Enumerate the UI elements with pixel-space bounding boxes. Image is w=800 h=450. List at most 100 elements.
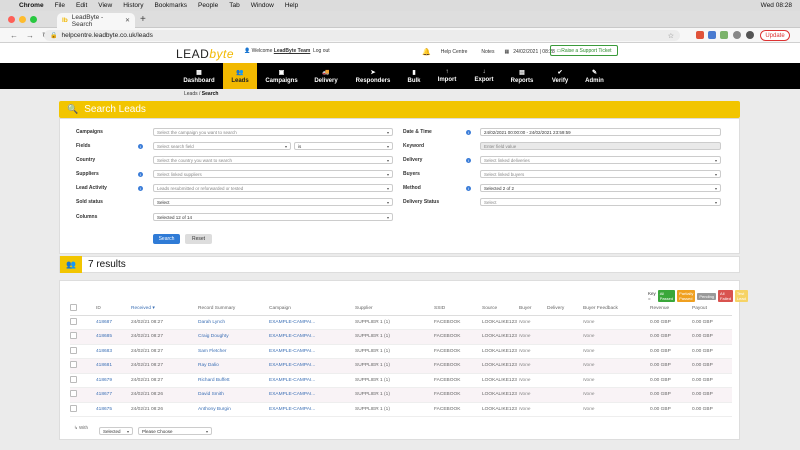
nav-delivery[interactable]: 🚚 Delivery [306, 63, 346, 89]
select-country[interactable]: Select the country you want to search ▾ [153, 156, 393, 164]
new-tab-icon[interactable]: + [140, 14, 146, 25]
logo[interactable]: LEADbyte [176, 47, 234, 61]
app-name[interactable]: Chrome [19, 2, 44, 9]
row-checkbox[interactable] [70, 332, 77, 340]
info-icon[interactable]: i [138, 185, 143, 191]
nav-admin[interactable]: ✎ Admin [577, 63, 612, 89]
os-menu-file[interactable]: File [55, 2, 65, 9]
notes-link[interactable]: Notes [481, 49, 494, 55]
cell-record-summary[interactable]: Craig Doughty [198, 329, 269, 345]
table-row[interactable]: 418681 24/02/21 08:27 Ray Dalio EXAMPLE-CAM… [70, 358, 732, 374]
cell-record-summary[interactable]: Darah Lynch [198, 315, 269, 330]
row-checkbox[interactable] [70, 346, 77, 354]
table-row[interactable]: 418683 24/02/21 08:27 Sam Fletcher EXAMPLE-… [70, 344, 732, 359]
reset-button[interactable]: Reset [185, 234, 212, 244]
table-row[interactable]: 418679 24/02/21 08:27 Richard Buffett EXAMP… [70, 373, 732, 388]
info-icon[interactable]: i [138, 143, 143, 149]
os-menu-bookmarks[interactable]: Bookmarks [154, 2, 187, 9]
cell-record-summary[interactable]: Ray Dalio [198, 358, 269, 374]
cell-id[interactable]: 418681 [96, 358, 131, 374]
cell-id[interactable]: 418679 [96, 373, 131, 388]
logout-link[interactable]: Log out [313, 48, 330, 54]
select-sold-status[interactable]: Select ▾ [153, 198, 393, 206]
os-menu-help[interactable]: Help [285, 2, 298, 9]
cell-campaign[interactable]: EXAMPLE-CAMPAI... [269, 344, 355, 359]
bulk-select-dropdown[interactable]: Selected ▾ [99, 427, 133, 435]
breadcrumb-parent[interactable]: Leads [184, 91, 198, 97]
row-checkbox[interactable] [70, 390, 77, 398]
nav-responders[interactable]: ➤ Responders [347, 63, 399, 89]
raise-ticket-button[interactable]: ▭ Raise a Support Ticket [550, 45, 618, 56]
cell-record-summary[interactable]: Sam Fletcher [198, 344, 269, 359]
select-method[interactable]: Selected 2 of 2 ▾ [480, 184, 721, 192]
info-icon[interactable]: i [138, 171, 143, 177]
cell-id[interactable]: 418687 [96, 315, 131, 330]
extension-icon[interactable] [696, 31, 704, 39]
help-centre-link[interactable]: Help Centre [441, 49, 468, 55]
url-bar[interactable]: 🔒 helpcentre.leadbyte.co.uk/leads ☆ [44, 30, 680, 41]
bulk-action-dropdown[interactable]: Please Choose ▾ [138, 427, 212, 435]
table-row[interactable]: 418685 24/02/21 08:27 Craig Doughty EXAMPLE… [70, 329, 732, 345]
browser-tab[interactable]: lb LeadByte - Search ✕ [57, 13, 135, 28]
search-button[interactable]: Search [153, 234, 180, 244]
select-campaigns[interactable]: Select the campaign you want to search ▾ [153, 128, 393, 136]
cell-record-summary[interactable]: David Smith [198, 387, 269, 403]
select-delivery[interactable]: Select linked deliveries ▾ [480, 156, 721, 164]
forward-icon[interactable]: → [26, 31, 34, 40]
select-buyers[interactable]: Select linked buyers ▾ [480, 170, 721, 178]
profile-avatar-icon[interactable] [733, 31, 741, 39]
info-icon[interactable]: i [466, 129, 471, 135]
table-row[interactable]: 418677 24/02/21 08:26 David Smith EXAMPLE-C… [70, 387, 732, 403]
cell-id[interactable]: 418675 [96, 402, 131, 417]
select-suppliers[interactable]: Select linked suppliers ▾ [153, 170, 393, 178]
row-checkbox[interactable] [70, 317, 77, 325]
info-icon[interactable]: i [466, 185, 471, 191]
input-date-time[interactable]: 24/02/2021 00:00:00 - 24/02/2021 23:59:5… [480, 128, 721, 136]
cell-campaign[interactable]: EXAMPLE-CAMPAI... [269, 329, 355, 345]
nav-reports[interactable]: ▤ Reports [501, 63, 543, 89]
select-delivery-status[interactable]: Select ▾ [480, 198, 721, 206]
os-menu-edit[interactable]: Edit [76, 2, 87, 9]
nav-bulk[interactable]: ▮ Bulk [400, 63, 428, 89]
select-all-header[interactable] [70, 303, 96, 316]
cell-campaign[interactable]: EXAMPLE-CAMPAI... [269, 402, 355, 417]
table-row[interactable]: 418675 24/02/21 08:26 Anthony Burgin EXAMPL… [70, 402, 732, 417]
select-fields[interactable]: Select search field ▾ [153, 142, 291, 150]
nav-leads[interactable]: 👥 Leads [223, 63, 257, 89]
os-menu-view[interactable]: View [98, 2, 112, 9]
maximize-window-icon[interactable] [30, 16, 37, 23]
column-header-received-[interactable]: Received ▾ [131, 303, 198, 316]
info-icon[interactable]: i [466, 157, 471, 163]
os-menu-tab[interactable]: Tab [229, 2, 239, 9]
nav-export[interactable]: ↓ Export [467, 63, 501, 89]
update-button[interactable]: Update [760, 30, 790, 41]
select-lead-activity[interactable]: Leads resubmitted or reforwarded or test… [153, 184, 393, 192]
cell-campaign[interactable]: EXAMPLE-CAMPAI... [269, 315, 355, 330]
select-all-checkbox[interactable] [70, 304, 77, 312]
nav-import[interactable]: ↑ Import [428, 63, 466, 89]
cell-record-summary[interactable]: Richard Buffett [198, 373, 269, 388]
cell-id[interactable]: 418683 [96, 344, 131, 359]
bell-icon[interactable]: 🔔 [422, 48, 431, 56]
minimize-window-icon[interactable] [19, 16, 26, 23]
input-keyword[interactable]: Enter field value [480, 142, 721, 150]
bookmark-star-icon[interactable]: ☆ [668, 32, 674, 40]
os-menu-window[interactable]: Window [251, 2, 274, 9]
nav-dashboard[interactable]: ▦ Dashboard [176, 63, 222, 89]
welcome-user-link[interactable]: LeadByte Team [274, 48, 311, 54]
select-field-operator[interactable]: is ▾ [294, 142, 393, 150]
row-checkbox[interactable] [70, 361, 77, 369]
extension-icon[interactable] [720, 31, 728, 39]
os-menu-history[interactable]: History [123, 2, 143, 9]
row-checkbox[interactable] [70, 404, 77, 412]
cell-campaign[interactable]: EXAMPLE-CAMPAI... [269, 373, 355, 388]
back-icon[interactable]: ← [10, 31, 18, 40]
cell-campaign[interactable]: EXAMPLE-CAMPAI... [269, 358, 355, 374]
close-tab-icon[interactable]: ✕ [125, 17, 130, 24]
nav-campaigns[interactable]: ▣ Campaigns [258, 63, 305, 89]
cell-campaign[interactable]: EXAMPLE-CAMPAI... [269, 387, 355, 403]
nav-verify[interactable]: ✔ Verify [544, 63, 576, 89]
close-window-icon[interactable] [8, 16, 15, 23]
table-row[interactable]: 418687 24/02/21 08:27 Darah Lynch EXAMPLE-C… [70, 315, 732, 330]
extension-icon[interactable] [746, 31, 754, 39]
